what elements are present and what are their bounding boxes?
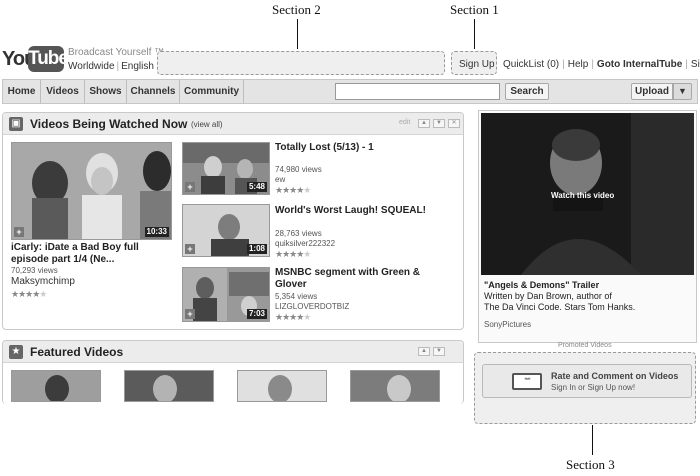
add-to-quicklist-icon[interactable]: +	[185, 309, 195, 319]
language-link[interactable]: English	[121, 61, 154, 72]
featured-video-thumbnail[interactable]	[350, 370, 440, 402]
top-links: QuickList (0)|Help|Goto InternalTube|Sig…	[500, 59, 700, 70]
section-2-box	[157, 51, 445, 75]
main-video-thumbnail[interactable]: + 10:33	[11, 142, 172, 240]
section-1-label: Section 1	[450, 2, 499, 17]
section-3-label: Section 3	[566, 457, 615, 472]
nav-bar: Home Videos Shows Channels Community Sea…	[2, 79, 698, 104]
triangle-down-icon[interactable]: ▼	[673, 83, 692, 100]
rate-and-comment-heading: Rate and Comment on Videos	[551, 371, 679, 381]
video-duration: 5:48	[246, 182, 267, 192]
search-button[interactable]: Search	[505, 83, 549, 100]
main-video-image	[12, 143, 171, 239]
panel-title: Videos Being Watched Now	[30, 117, 188, 131]
rate-and-comment-box[interactable]: **** Rate and Comment on Videos Sign In …	[482, 364, 692, 398]
side-video-thumbnail-1[interactable]: + 5:48	[182, 142, 270, 195]
tab-community[interactable]: Community	[180, 80, 244, 103]
promo-title[interactable]: "Angels & Demons" Trailer	[484, 280, 599, 290]
rating-stars-icon: ★★★★★	[275, 185, 311, 195]
section-3-pointer	[592, 425, 593, 455]
panel-header: ▣ Videos Being Watched Now (view all) ed…	[3, 113, 463, 135]
panel-title: Featured Videos	[30, 345, 124, 359]
section-1-pointer	[474, 19, 475, 49]
region-link[interactable]: Worldwide	[68, 61, 115, 72]
side-video-user-3[interactable]: LIZGLOVERDOTBIZ	[275, 302, 349, 312]
move-down-icon[interactable]: ▼	[433, 347, 445, 356]
side-video-title-2[interactable]: World's Worst Laugh! SQUEAL!	[275, 205, 455, 217]
film-icon: ▣	[9, 117, 23, 131]
tab-videos[interactable]: Videos	[41, 80, 85, 103]
side-video-views-3: 5,354 views	[275, 292, 318, 301]
rating-stars-icon: ★★★★★	[11, 289, 47, 299]
promoted-video-player[interactable]: Watch this video	[481, 113, 694, 275]
promo-channel[interactable]: SonyPictures	[484, 320, 531, 329]
move-up-icon[interactable]: ▲	[418, 347, 430, 356]
sign-in-link[interactable]: Sign In	[691, 59, 700, 70]
sign-up-link[interactable]: Sign Up	[459, 59, 495, 70]
video-duration: 7:03	[246, 309, 267, 319]
rating-stars-icon: ★★★★★	[275, 312, 311, 322]
logo-tube-text: Tube	[28, 46, 69, 72]
region-selector: Worldwide | English	[68, 61, 154, 72]
panel-header: ★ Featured Videos ▲ ▼	[3, 341, 463, 363]
video-duration: 1:08	[246, 244, 267, 254]
side-video-views-2: 28,763 views	[275, 229, 322, 238]
section-2-pointer	[297, 19, 298, 49]
add-to-quicklist-icon[interactable]: +	[185, 182, 195, 192]
upload-button[interactable]: Upload	[631, 83, 673, 100]
add-to-quicklist-icon[interactable]: +	[185, 244, 195, 254]
promo-description: Written by Dan Brown, author of The Da V…	[484, 291, 635, 313]
featured-video-thumbnail[interactable]	[237, 370, 327, 402]
main-video-views: 70,293 views	[11, 266, 58, 275]
close-icon[interactable]: ✕	[448, 119, 460, 128]
goto-internaltube-link[interactable]: Goto InternalTube	[597, 59, 682, 70]
star-icon: ★	[9, 345, 23, 359]
main-video-title[interactable]: iCarly: iDate a Bad Boy full episode par…	[11, 242, 176, 266]
side-video-user-2[interactable]: quiksilver222322	[275, 239, 335, 249]
quicklist-link[interactable]: QuickList (0)	[503, 59, 559, 70]
side-video-title-1[interactable]: Totally Lost (5/13) - 1	[275, 142, 455, 154]
side-video-thumbnail-3[interactable]: + 7:03	[182, 267, 270, 322]
side-video-title-3[interactable]: MSNBC segment with Green & Glover	[275, 267, 435, 291]
edit-link[interactable]: edit	[399, 119, 410, 126]
video-duration: 10:33	[144, 227, 169, 237]
tagline: Broadcast Yourself ™	[68, 47, 165, 58]
search-input[interactable]	[335, 83, 500, 100]
promo-description-line-2: The Da Vinci Code. Stars Tom Hanks.	[484, 302, 636, 312]
rating-stars-icon: ****	[512, 373, 542, 390]
promoted-videos-label: Promoted Videos	[558, 342, 612, 349]
view-all-link[interactable]: (view all)	[191, 120, 223, 129]
featured-video-thumbnail[interactable]	[124, 370, 214, 402]
youtube-logo[interactable]: You Tube	[2, 46, 69, 74]
rating-stars-icon: ★★★★★	[275, 249, 311, 259]
side-video-views-1: 74,980 views	[275, 165, 322, 174]
add-to-quicklist-icon[interactable]: +	[14, 227, 24, 237]
tab-home[interactable]: Home	[3, 80, 41, 103]
section-2-label: Section 2	[272, 2, 321, 17]
featured-video-thumbnail[interactable]	[11, 370, 101, 402]
watch-this-video-overlay[interactable]: Watch this video	[551, 191, 614, 200]
move-up-icon[interactable]: ▲	[418, 119, 430, 128]
rate-sign-in-prompt[interactable]: Sign In or Sign Up now!	[551, 383, 635, 392]
side-video-user-1[interactable]: ew	[275, 175, 285, 185]
help-link[interactable]: Help	[568, 59, 589, 70]
side-video-thumbnail-2[interactable]: + 1:08	[182, 204, 270, 257]
tab-channels[interactable]: Channels	[127, 80, 180, 103]
tab-shows[interactable]: Shows	[85, 80, 127, 103]
promo-description-line-1: Written by Dan Brown, author of	[484, 291, 612, 301]
move-down-icon[interactable]: ▼	[433, 119, 445, 128]
main-video-user[interactable]: Maksymchimp	[11, 277, 75, 287]
